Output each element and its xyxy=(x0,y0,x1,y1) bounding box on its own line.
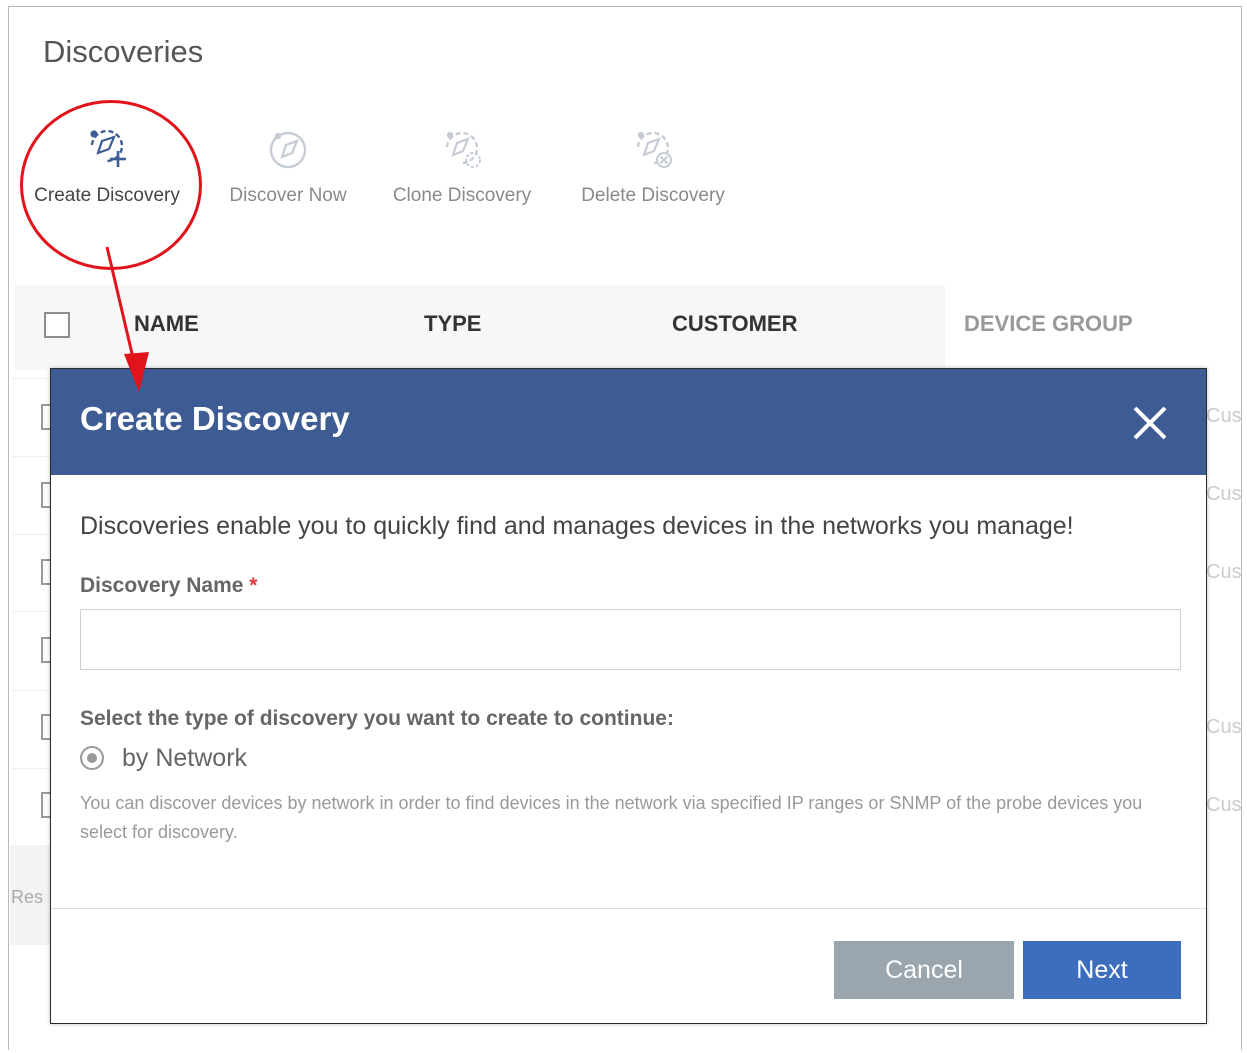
row-divider xyxy=(12,768,52,769)
cancel-button[interactable]: Cancel xyxy=(834,941,1014,999)
row-divider xyxy=(12,690,52,691)
discovery-name-input[interactable] xyxy=(80,609,1181,670)
row-customer-cell: Cus xyxy=(1206,794,1242,816)
dialog-title: Create Discovery xyxy=(80,400,350,437)
by-network-label[interactable]: by Network xyxy=(122,744,247,773)
by-network-radio[interactable] xyxy=(80,746,104,770)
column-header-type[interactable]: TYPE xyxy=(424,311,481,337)
row-customer-cell: Cus xyxy=(1206,716,1242,738)
column-header-device-group[interactable]: DEVICE GROUP xyxy=(964,311,1133,337)
delete-discovery-label: Delete Discovery xyxy=(581,185,725,206)
discovery-name-label-text: Discovery Name xyxy=(80,574,244,597)
dialog-header: Create Discovery xyxy=(51,369,1206,475)
required-marker: * xyxy=(249,574,258,597)
annotation-circle xyxy=(20,100,202,270)
next-button[interactable]: Next xyxy=(1023,941,1181,999)
dialog-footer-divider xyxy=(51,908,1206,909)
discovery-name-label: Discovery Name * xyxy=(80,574,257,598)
results-label: Res xyxy=(11,887,44,907)
dialog-intro-text: Discoveries enable you to quickly find a… xyxy=(80,512,1074,540)
discover-now-button[interactable]: Discover Now xyxy=(218,125,358,235)
row-customer-cell: Cus xyxy=(1206,483,1242,505)
column-header-name[interactable]: NAME xyxy=(134,311,199,337)
select-all-checkbox[interactable] xyxy=(44,312,70,338)
delete-discovery-button[interactable]: Delete Discovery xyxy=(570,125,736,235)
close-icon[interactable] xyxy=(1132,405,1168,441)
delete-discovery-icon xyxy=(636,131,672,168)
clone-discovery-label: Clone Discovery xyxy=(392,185,532,206)
page-title: Discoveries xyxy=(43,34,204,69)
column-header-customer[interactable]: CUSTOMER xyxy=(672,311,798,337)
create-discovery-dialog: Create Discovery Discoveries enable you … xyxy=(50,368,1207,1024)
row-divider xyxy=(12,534,52,535)
discovery-type-prompt: Select the type of discovery you want to… xyxy=(80,707,674,730)
compass-icon xyxy=(269,131,307,169)
row-divider xyxy=(12,378,52,379)
row-customer-cell: Cus xyxy=(1206,561,1242,583)
by-network-description: You can discover devices by network in o… xyxy=(80,793,1143,842)
row-divider xyxy=(12,611,52,612)
discover-now-label: Discover Now xyxy=(229,185,347,206)
clone-discovery-icon xyxy=(445,131,481,168)
row-divider xyxy=(12,456,52,457)
row-customer-cell: Cus xyxy=(1206,405,1242,427)
clone-discovery-button[interactable]: Clone Discovery xyxy=(382,125,542,235)
